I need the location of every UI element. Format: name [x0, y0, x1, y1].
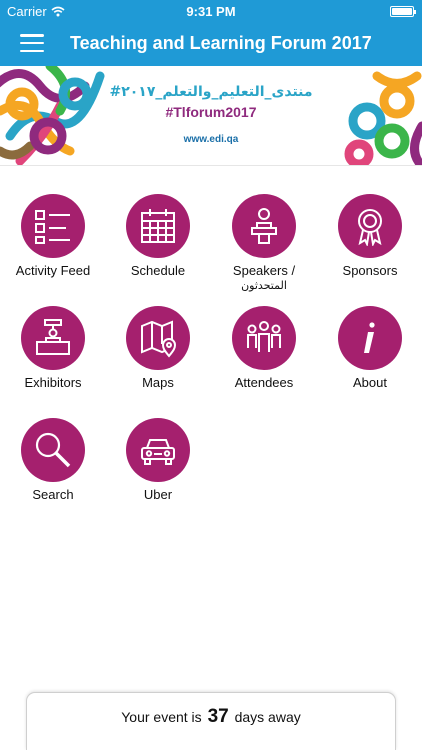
menu-item-exhibitors[interactable]: Exhibitors [0, 306, 106, 416]
page-title: Teaching and Learning Forum 2017 [70, 33, 372, 53]
menu-item-activity-feed[interactable]: Activity Feed [0, 194, 106, 304]
banner-arabic-title: #منتدى_التعليم_والتعلم_٢٠١٧ [109, 84, 313, 100]
menu-item-speakers[interactable]: Speakers / المتحدثون [211, 194, 317, 304]
event-countdown: Your event is 37 days away [26, 692, 396, 750]
menu-label-arabic: المتحدثون [241, 279, 287, 292]
menu-label: Attendees [234, 375, 294, 390]
status-bar: Carrier 9:31 PM [0, 0, 422, 22]
countdown-days: 37 [207, 706, 229, 727]
status-time: 9:31 PM [186, 4, 236, 19]
map-icon [126, 306, 190, 370]
countdown-suffix: days away [234, 709, 301, 725]
award-ribbon-icon [338, 194, 402, 258]
banner-website[interactable]: www.edi.qa [0, 134, 422, 145]
nav-bar: Teaching and Learning Forum 2017 [0, 22, 422, 66]
battery-icon [390, 6, 416, 17]
menu-item-schedule[interactable]: Schedule [105, 194, 211, 304]
menu-item-search[interactable]: Search [0, 418, 106, 528]
menu-label: Schedule [130, 263, 186, 278]
podium-icon [232, 194, 296, 258]
menu-label: Activity Feed [15, 263, 91, 278]
event-banner: #منتدى_التعليم_والتعلم_٢٠١٧ #Tlforum2017… [0, 66, 422, 166]
menu-label: Sponsors [342, 263, 398, 278]
menu-label: About [353, 375, 387, 390]
countdown-text: Your event is 37 days away [27, 706, 395, 728]
menu-item-maps[interactable]: Maps [105, 306, 211, 416]
info-icon [338, 306, 402, 370]
menu-label: Exhibitors [24, 375, 82, 390]
menu-label: Maps [142, 375, 174, 390]
menu-label-text: Speakers / [232, 263, 296, 278]
menu-item-uber[interactable]: Uber [105, 418, 211, 528]
top-bar: Carrier 9:31 PM Teaching and Learning Fo… [0, 0, 422, 66]
banner-hashtag: #Tlforum2017 [165, 104, 257, 120]
menu-label: Uber [143, 487, 173, 502]
menu-label: Speakers / المتحدثون [211, 263, 317, 293]
list-icon [21, 194, 85, 258]
menu-item-attendees[interactable]: Attendees [211, 306, 317, 416]
menu-item-about[interactable]: About [317, 306, 422, 416]
search-icon [21, 418, 85, 482]
menu-item-sponsors[interactable]: Sponsors [317, 194, 422, 304]
countdown-prefix: Your event is [121, 709, 202, 725]
people-icon [232, 306, 296, 370]
menu-label: Search [32, 487, 74, 502]
car-icon [126, 418, 190, 482]
hamburger-menu-icon[interactable] [20, 34, 44, 52]
exhibitor-booth-icon [21, 306, 85, 370]
calendar-icon [126, 194, 190, 258]
